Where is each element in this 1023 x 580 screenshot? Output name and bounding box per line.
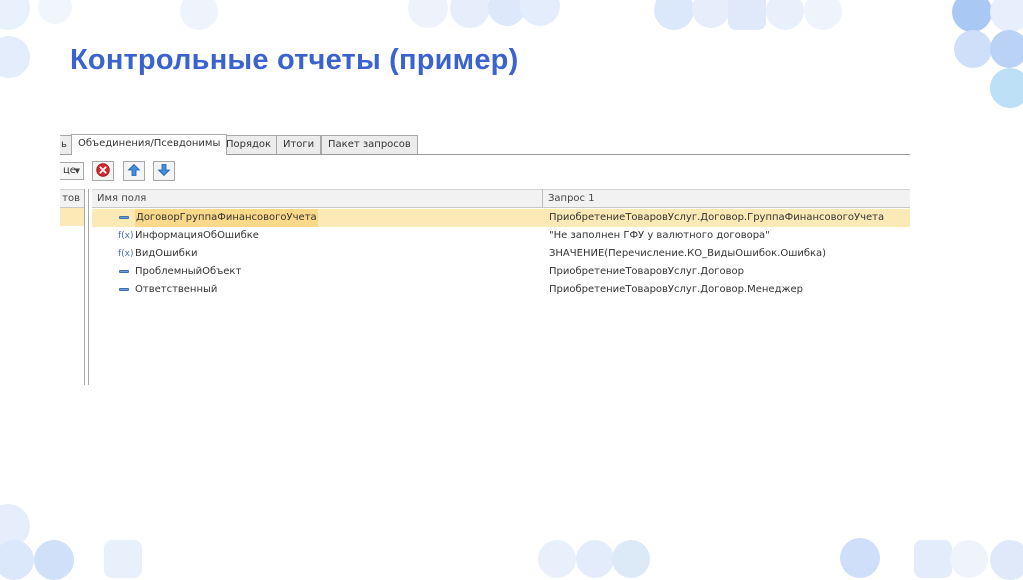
decor-circle bbox=[914, 540, 952, 578]
delete-button[interactable] bbox=[92, 161, 114, 181]
column-header-query-1[interactable]: Запрос 1 bbox=[543, 189, 910, 208]
field-name: ИнформацияОбОшибке bbox=[135, 230, 259, 241]
decor-circle bbox=[654, 0, 694, 30]
fields-grid: Имя поля Запрос 1 ДоговорГруппаФинансово… bbox=[92, 189, 910, 385]
decor-circle bbox=[180, 0, 218, 30]
decor-circle bbox=[104, 540, 142, 578]
arrow-down-icon bbox=[157, 163, 171, 180]
column-divider bbox=[542, 189, 543, 208]
query-expression: ЗНАЧЕНИЕ(Перечисление.КО_ВидыОшибок.Ошиб… bbox=[549, 248, 827, 259]
decor-circle bbox=[520, 0, 560, 26]
decor-circle bbox=[804, 0, 842, 30]
decor-circle bbox=[954, 30, 992, 68]
function-icon: f(x) bbox=[118, 249, 134, 259]
field-icon bbox=[118, 281, 130, 299]
field-name: ВидОшибки bbox=[135, 248, 198, 259]
field-icon bbox=[118, 263, 130, 281]
tab-unions-aliases[interactable]: Объединения/Псевдонимы bbox=[71, 134, 228, 155]
function-icon: f(x) bbox=[118, 231, 134, 241]
field-name: ПроблемныйОбъект bbox=[135, 266, 242, 277]
decor-circle bbox=[952, 0, 992, 32]
decor-circle bbox=[990, 68, 1023, 108]
column-header-field-name[interactable]: Имя поля bbox=[92, 189, 542, 208]
decor-circle bbox=[990, 30, 1023, 68]
left-panel-header: тов bbox=[60, 189, 84, 208]
decor-circle bbox=[38, 0, 72, 24]
tab-bar: ь Объединения/Псевдонимы Порядок Итоги П… bbox=[60, 134, 910, 155]
table-row[interactable]: ДоговорГруппаФинансовогоУчета Приобретен… bbox=[92, 209, 910, 227]
table-row[interactable]: ПроблемныйОбъект ПриобретениеТоваровУслу… bbox=[92, 263, 910, 281]
left-panel: тов bbox=[60, 189, 84, 385]
field-name: ДоговорГруппаФинансовогоУчета bbox=[135, 209, 318, 227]
decor-circle bbox=[450, 0, 490, 28]
query-expression: ПриобретениеТоваровУслуг.Договор.ГруппаФ… bbox=[549, 212, 885, 223]
decor-circle bbox=[728, 0, 766, 30]
move-down-button[interactable] bbox=[153, 161, 175, 181]
decor-circle bbox=[576, 540, 614, 578]
panel-splitter-left[interactable] bbox=[84, 189, 85, 385]
arrow-up-icon bbox=[127, 163, 141, 180]
panel-splitter-right[interactable] bbox=[88, 189, 89, 385]
decor-circle bbox=[766, 0, 804, 30]
left-panel-selected-row[interactable] bbox=[60, 208, 84, 226]
decor-circle bbox=[990, 540, 1023, 580]
field-name: Ответственный bbox=[135, 284, 218, 295]
tab-totals[interactable]: Итоги bbox=[276, 135, 322, 154]
decor-circle bbox=[0, 540, 34, 580]
decor-circle bbox=[990, 0, 1023, 32]
table-row[interactable]: f(x) ВидОшибки ЗНАЧЕНИЕ(Перечисление.КО_… bbox=[92, 245, 910, 263]
decor-circle bbox=[840, 538, 880, 578]
decor-circle bbox=[538, 540, 576, 578]
decor-circle bbox=[0, 0, 30, 30]
table-row[interactable]: f(x) ИнформацияОбОшибке "Не заполнен ГФУ… bbox=[92, 227, 910, 245]
query-builder-screenshot: ь Объединения/Псевдонимы Порядок Итоги П… bbox=[60, 133, 910, 385]
chevron-down-icon: ▼ bbox=[74, 167, 80, 175]
query-expression: "Не заполнен ГФУ у валютного договора" bbox=[549, 230, 770, 241]
tab-query-batch[interactable]: Пакет запросов bbox=[321, 135, 418, 154]
decor-circle bbox=[612, 540, 650, 578]
delete-icon bbox=[96, 162, 110, 180]
mode-dropdown[interactable]: це ▼ bbox=[60, 162, 84, 180]
decor-circle bbox=[950, 540, 988, 578]
tab-order[interactable]: Порядок bbox=[219, 135, 279, 154]
decor-circle bbox=[34, 540, 74, 580]
move-up-button[interactable] bbox=[123, 161, 145, 181]
field-icon bbox=[118, 209, 130, 227]
decor-circle bbox=[692, 0, 730, 28]
decor-circle bbox=[0, 36, 30, 78]
decor-circle bbox=[408, 0, 448, 28]
query-expression: ПриобретениеТоваровУслуг.Договор.Менедже… bbox=[549, 284, 803, 295]
table-row[interactable]: Ответственный ПриобретениеТоваровУслуг.Д… bbox=[92, 281, 910, 299]
toolbar: це ▼ bbox=[60, 161, 910, 183]
slide-title: Контрольные отчеты (пример) bbox=[70, 44, 519, 76]
query-expression: ПриобретениеТоваровУслуг.Договор bbox=[549, 266, 744, 277]
